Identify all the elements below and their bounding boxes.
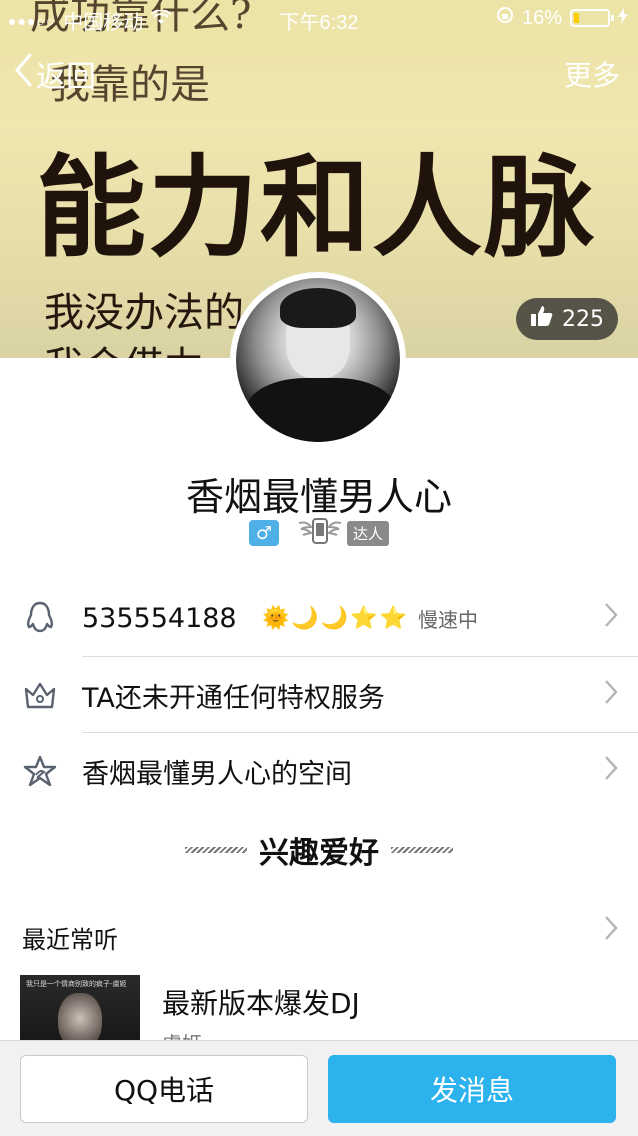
chevron-right-icon [604,601,618,636]
banner-line-3: 能力和人脉 [36,143,596,272]
rotation-lock-icon [496,6,514,30]
battery-percent: 16% [521,6,562,29]
daren-badge[interactable]: 达人 [297,518,389,546]
chevron-right-icon [604,678,618,713]
battery-fill [574,13,579,23]
qq-number: 535554188 [82,602,237,634]
profile-name: 香烟最懂男人心 [185,475,452,519]
battery-icon [570,9,614,27]
song-cover-caption: 我只是一个情商别致的疯子-虞姬 [26,980,127,988]
qq-call-button[interactable]: QQ电话 [20,1055,308,1123]
qq-number-row[interactable]: 535554188 🌞🌙🌙⭐⭐ 慢速中 [0,580,638,656]
chevron-right-icon[interactable] [604,914,618,949]
privilege-row[interactable]: TA还未开通任何特权服务 [0,657,638,733]
penguin-icon [22,600,58,636]
qzone-row[interactable]: 香烟最懂男人心的空间 [0,733,638,809]
qq-speed-status: 慢速中 [418,607,478,632]
thumbs-up-icon [530,304,554,334]
decorative-line [391,847,453,853]
hobbies-header: 兴趣爱好 [0,828,638,872]
avatar-hair [280,288,356,328]
profile-badges: ♂ 达人 [0,518,638,546]
charging-icon [618,7,628,30]
banner-line-4: 我没办法的 [44,290,244,336]
back-button[interactable]: 返回 [14,52,96,96]
decorative-line [185,847,247,853]
crown-icon [22,677,58,713]
status-right: 16% [496,6,628,30]
chevron-right-icon [604,754,618,789]
like-count: 225 [562,306,604,332]
status-bar: ●●●○○ 中国移动 下午6:32 16% [0,0,638,36]
avatar[interactable] [230,272,406,448]
song-title[interactable]: 最新版本爆发DJ [162,982,360,1022]
recent-listening-title[interactable]: 最近常听 [22,920,118,955]
back-label: 返回 [36,60,96,95]
star-icon [22,753,58,789]
hobbies-title: 兴趣爱好 [259,836,379,871]
qzone-label: 香烟最懂男人心的空间 [82,758,352,790]
avatar-body [246,378,396,442]
bottom-action-bar: QQ电话 发消息 [0,1040,638,1136]
more-button[interactable]: 更多 [564,54,620,94]
like-button[interactable]: 225 [516,298,618,340]
avatar-image [236,278,400,442]
gender-male-icon: ♂ [248,520,279,546]
banner-line-5: 我会借力 [44,334,204,358]
send-message-button[interactable]: 发消息 [328,1055,616,1123]
phone-wings-icon [297,515,343,551]
qq-level-icons: 🌞🌙🌙⭐⭐ [262,605,409,631]
privilege-label: TA还未开通任何特权服务 [82,682,385,714]
daren-label: 达人 [346,520,389,546]
chevron-left-icon [14,53,32,95]
